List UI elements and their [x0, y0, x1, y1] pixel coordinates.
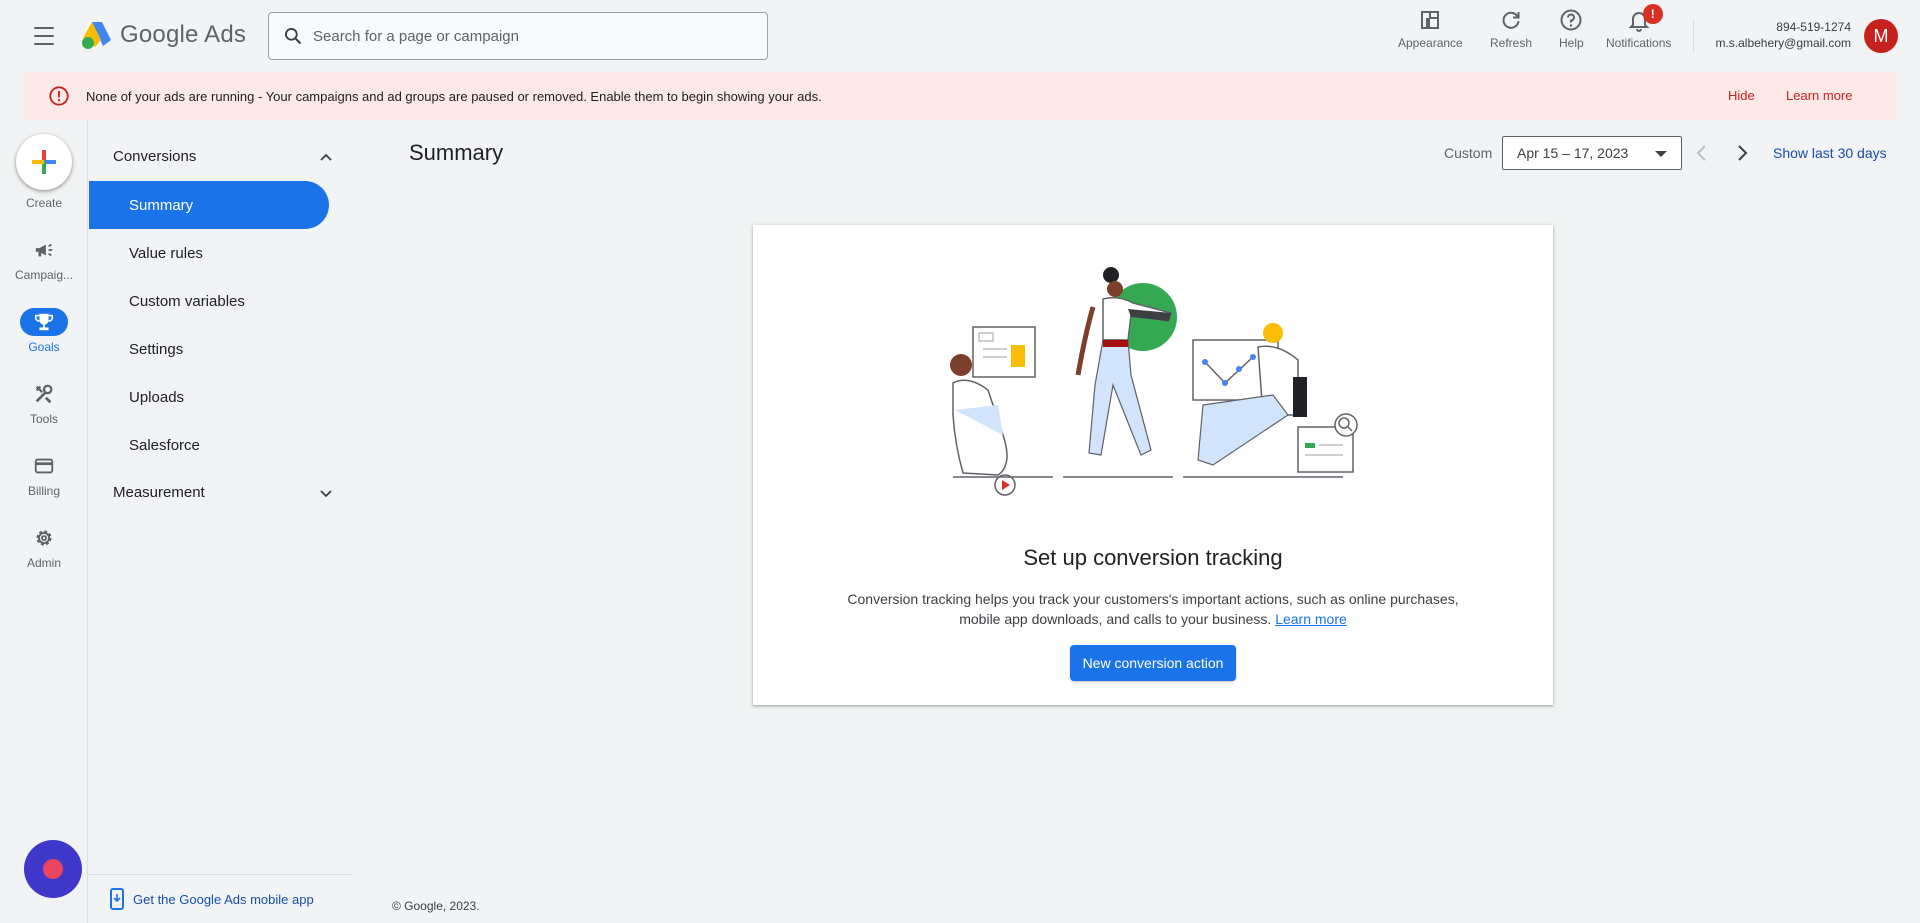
- search-icon: [285, 28, 302, 45]
- appearance-button[interactable]: Appearance: [1398, 8, 1463, 50]
- goals-icon-wrap: [20, 308, 68, 336]
- app-name: Google Ads: [120, 21, 247, 48]
- error-icon: [49, 86, 69, 106]
- assistant-fab-button[interactable]: [24, 840, 82, 898]
- nav-item-settings[interactable]: Settings: [89, 325, 329, 373]
- alert-banner: None of your ads are running - Your camp…: [24, 72, 1896, 120]
- tools-icon: [35, 384, 53, 404]
- header-divider: [1693, 20, 1694, 52]
- conversion-tracking-card: Set up conversion tracking Conversion tr…: [753, 225, 1553, 705]
- avatar[interactable]: M: [1864, 19, 1898, 53]
- rail-item-billing[interactable]: Billing: [0, 452, 88, 498]
- create-button[interactable]: [16, 134, 72, 190]
- rail-item-tools[interactable]: Tools: [0, 380, 88, 426]
- chevron-up-icon: [320, 153, 332, 161]
- card-description-text: Conversion tracking helps you track your…: [847, 591, 1459, 627]
- rail-item-admin[interactable]: Admin: [0, 524, 88, 570]
- account-email: m.s.albehery@gmail.com: [1715, 36, 1851, 50]
- mobile-app-link-text: Get the Google Ads mobile app: [133, 891, 314, 907]
- conversion-illustration: [950, 267, 1358, 496]
- mobile-app-link[interactable]: Get the Google Ads mobile app: [89, 874, 353, 923]
- help-button[interactable]: Help: [1559, 8, 1584, 50]
- credit-card-icon: [34, 458, 54, 474]
- billing-icon-wrap: [20, 452, 68, 480]
- trophy-icon: [34, 313, 54, 331]
- tools-label: Tools: [29, 412, 58, 426]
- date-range-label: Custom: [1444, 145, 1493, 161]
- goals-label: Goals: [28, 340, 60, 354]
- main-menu-button[interactable]: [28, 24, 60, 48]
- notifications-button[interactable]: ! Notifications: [1606, 4, 1672, 50]
- gear-icon: [36, 530, 52, 546]
- previous-period-icon[interactable]: [1690, 141, 1714, 165]
- appearance-icon: [1421, 11, 1440, 29]
- search-box[interactable]: [268, 12, 768, 60]
- phone-icon: [110, 888, 124, 910]
- megaphone-icon: [35, 243, 53, 257]
- nav-section-conversions[interactable]: Conversions: [113, 148, 333, 165]
- conversions-label: Conversions: [113, 148, 197, 165]
- nav-item-uploads[interactable]: Uploads: [89, 373, 329, 421]
- rail-item-campaigns[interactable]: Campaig...: [0, 236, 88, 282]
- nav-item-salesforce[interactable]: Salesforce: [89, 421, 329, 469]
- page-title: Summary: [409, 140, 504, 165]
- card-title: Set up conversion tracking: [1023, 545, 1283, 570]
- left-rail: Create Campaig... Goals Tools Billing Ad…: [0, 120, 88, 923]
- banner-learn-more-button[interactable]: Learn more: [1786, 88, 1852, 103]
- nav-item-custom-variables[interactable]: Custom variables: [89, 277, 329, 325]
- refresh-label: Refresh: [1490, 36, 1533, 50]
- campaigns-label: Campaig...: [14, 268, 74, 282]
- date-range-select[interactable]: Apr 15 – 17, 2023: [1502, 136, 1682, 170]
- card-description: Conversion tracking helps you track your…: [833, 589, 1473, 629]
- banner-message: None of your ads are running - Your camp…: [86, 88, 822, 104]
- copyright: © Google, 2023.: [392, 899, 480, 913]
- google-ads-logo[interactable]: Google Ads: [80, 18, 246, 52]
- refresh-button[interactable]: Refresh: [1490, 8, 1532, 50]
- search-input[interactable]: [313, 27, 733, 45]
- nav-section-measurement[interactable]: Measurement: [113, 484, 333, 501]
- plus-icon: [32, 150, 56, 174]
- admin-label: Admin: [26, 556, 61, 570]
- customer-id: 894-519-1274: [1776, 20, 1851, 34]
- admin-icon-wrap: [20, 524, 68, 552]
- banner-hide-button[interactable]: Hide: [1728, 88, 1755, 103]
- notifications-label: Notifications: [1606, 36, 1672, 50]
- refresh-icon: [1502, 11, 1520, 29]
- rail-item-goals[interactable]: Goals: [0, 308, 88, 354]
- secondary-nav: Conversions Summary Value rules Custom v…: [89, 120, 353, 923]
- show-last-30-days-link[interactable]: Show last 30 days: [1773, 145, 1887, 161]
- record-dot-icon: [43, 859, 63, 879]
- notifications-badge: !: [1642, 4, 1663, 24]
- google-ads-logo-icon: [82, 22, 111, 49]
- billing-label: Billing: [27, 484, 60, 498]
- appearance-label: Appearance: [1398, 36, 1463, 50]
- account-info[interactable]: 894-519-1274 m.s.albehery@gmail.com: [1715, 19, 1851, 51]
- measurement-label: Measurement: [113, 484, 205, 501]
- help-label: Help: [1559, 36, 1584, 50]
- top-bar: Google Ads Appearance Refresh Help: [0, 0, 1920, 72]
- dropdown-caret-icon: [1655, 151, 1667, 157]
- help-icon: [1560, 9, 1582, 31]
- create-label: Create: [25, 196, 63, 210]
- date-range-value: Apr 15 – 17, 2023: [1517, 145, 1629, 161]
- campaigns-icon-wrap: [20, 236, 68, 264]
- rail-create-label-wrap: Create: [0, 192, 88, 210]
- nav-item-summary[interactable]: Summary: [89, 181, 329, 229]
- chevron-down-icon: [320, 489, 332, 497]
- new-conversion-action-button[interactable]: New conversion action: [1070, 645, 1236, 681]
- next-period-icon[interactable]: [1730, 141, 1754, 165]
- tools-icon-wrap: [20, 380, 68, 408]
- card-learn-more-link[interactable]: Learn more: [1275, 611, 1347, 627]
- nav-item-value-rules[interactable]: Value rules: [89, 229, 329, 277]
